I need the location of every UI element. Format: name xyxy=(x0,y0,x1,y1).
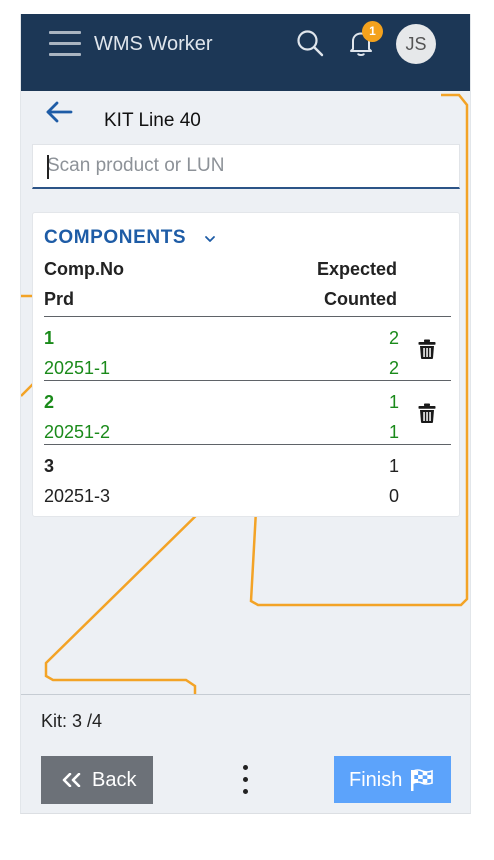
trash-icon[interactable] xyxy=(418,339,436,359)
footer-bar: Kit: 3 /4 Back Finish xyxy=(21,694,470,813)
app-title: WMS Worker xyxy=(94,33,213,55)
comp-no: 1 xyxy=(44,328,55,348)
more-options-icon[interactable] xyxy=(236,763,256,797)
column-header-comp-no: Comp.No xyxy=(44,259,124,279)
counted-qty: 1 xyxy=(388,422,399,442)
components-toggle[interactable]: COMPONENTS xyxy=(44,227,186,249)
avatar[interactable]: JS xyxy=(396,24,436,64)
back-button[interactable]: Back xyxy=(41,756,153,804)
scan-input[interactable] xyxy=(32,144,460,189)
product-code: 20251-3 xyxy=(44,486,111,506)
finish-button-label: Finish xyxy=(349,769,403,791)
text-caret xyxy=(47,155,49,179)
checkered-flag-icon xyxy=(411,769,433,791)
expected-qty: 1 xyxy=(388,392,399,412)
table-row[interactable]: 3 20251-3 1 0 xyxy=(44,444,451,508)
column-header-counted: Counted xyxy=(324,289,397,309)
product-code: 20251-1 xyxy=(44,358,111,378)
column-header-expected: Expected xyxy=(316,259,397,279)
counted-qty: 0 xyxy=(388,486,399,506)
double-chevron-left-icon xyxy=(62,773,81,787)
menu-icon[interactable] xyxy=(49,31,81,57)
product-code: 20251-2 xyxy=(44,422,111,442)
app-window: WMS Worker 1 JS KIT Line 40 COMPONENTS C… xyxy=(20,14,471,814)
components-card: COMPONENTS Comp.No Prd Expected Counted … xyxy=(32,212,460,517)
app-bar: WMS Worker 1 JS xyxy=(21,14,470,91)
notification-badge: 1 xyxy=(362,21,383,42)
comp-no: 2 xyxy=(44,392,55,412)
counted-qty: 2 xyxy=(388,358,399,378)
back-button-label: Back xyxy=(92,769,137,791)
table-row[interactable]: 2 20251-2 1 1 xyxy=(44,380,451,444)
column-header-prd: Prd xyxy=(44,289,75,309)
comp-no: 3 xyxy=(44,456,55,476)
expected-qty: 1 xyxy=(388,456,399,476)
expected-qty: 2 xyxy=(388,328,399,348)
trash-icon[interactable] xyxy=(418,403,436,423)
table-row[interactable]: 1 20251-1 2 2 xyxy=(44,316,451,380)
search-icon[interactable] xyxy=(296,29,324,57)
kit-progress: Kit: 3 /4 xyxy=(41,711,103,731)
chevron-down-icon[interactable] xyxy=(204,233,216,245)
arrow-left-icon[interactable] xyxy=(45,101,73,123)
finish-button[interactable]: Finish xyxy=(334,756,451,803)
page-title: KIT Line 40 xyxy=(101,110,204,132)
